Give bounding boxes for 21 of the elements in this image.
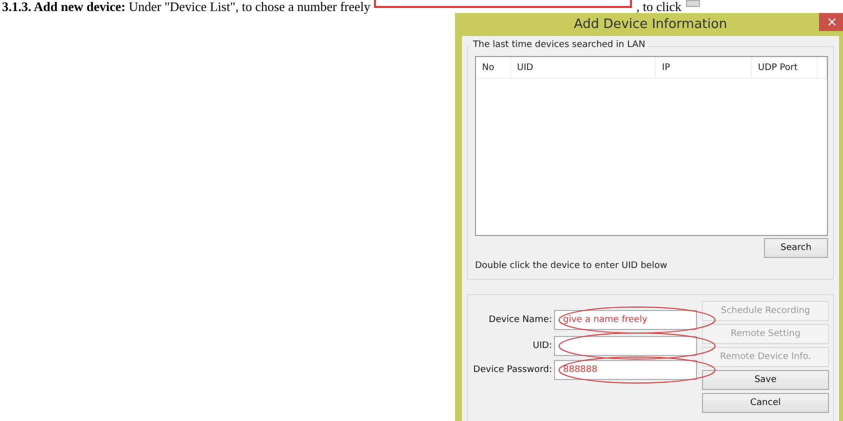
input-field[interactable]: give a name freely: [554, 310, 697, 330]
input-field[interactable]: [554, 336, 697, 356]
document-text: , to click: [636, 0, 682, 13]
close-button[interactable]: ×: [819, 13, 843, 31]
button-icon: [686, 0, 700, 7]
device-list[interactable]: No UID IP UDP Port: [475, 56, 828, 236]
column-header[interactable]: UID: [511, 57, 656, 78]
field-label: Device Name:: [488, 315, 553, 325]
column-header[interactable]: No: [476, 57, 511, 78]
field-label: UID:: [532, 341, 553, 351]
column-header[interactable]: IP: [656, 57, 752, 78]
field-label: Device Password:: [472, 365, 553, 375]
document-text: 3.1.3. Add new device: Under "Device List", to chose a number freely: [2, 0, 370, 13]
window-title: Add Device Information: [574, 17, 728, 32]
dialog-button[interactable]: Cancel: [702, 393, 829, 413]
group-title: The last time devices searched in LAN: [471, 40, 648, 50]
dialog-button[interactable]: Save: [702, 370, 829, 390]
column-header[interactable]: UDP Port: [752, 57, 818, 78]
search-button[interactable]: Search: [764, 238, 828, 258]
input-field[interactable]: 888888: [554, 360, 697, 380]
hint-text: Double click the device to enter UID below: [475, 261, 668, 271]
